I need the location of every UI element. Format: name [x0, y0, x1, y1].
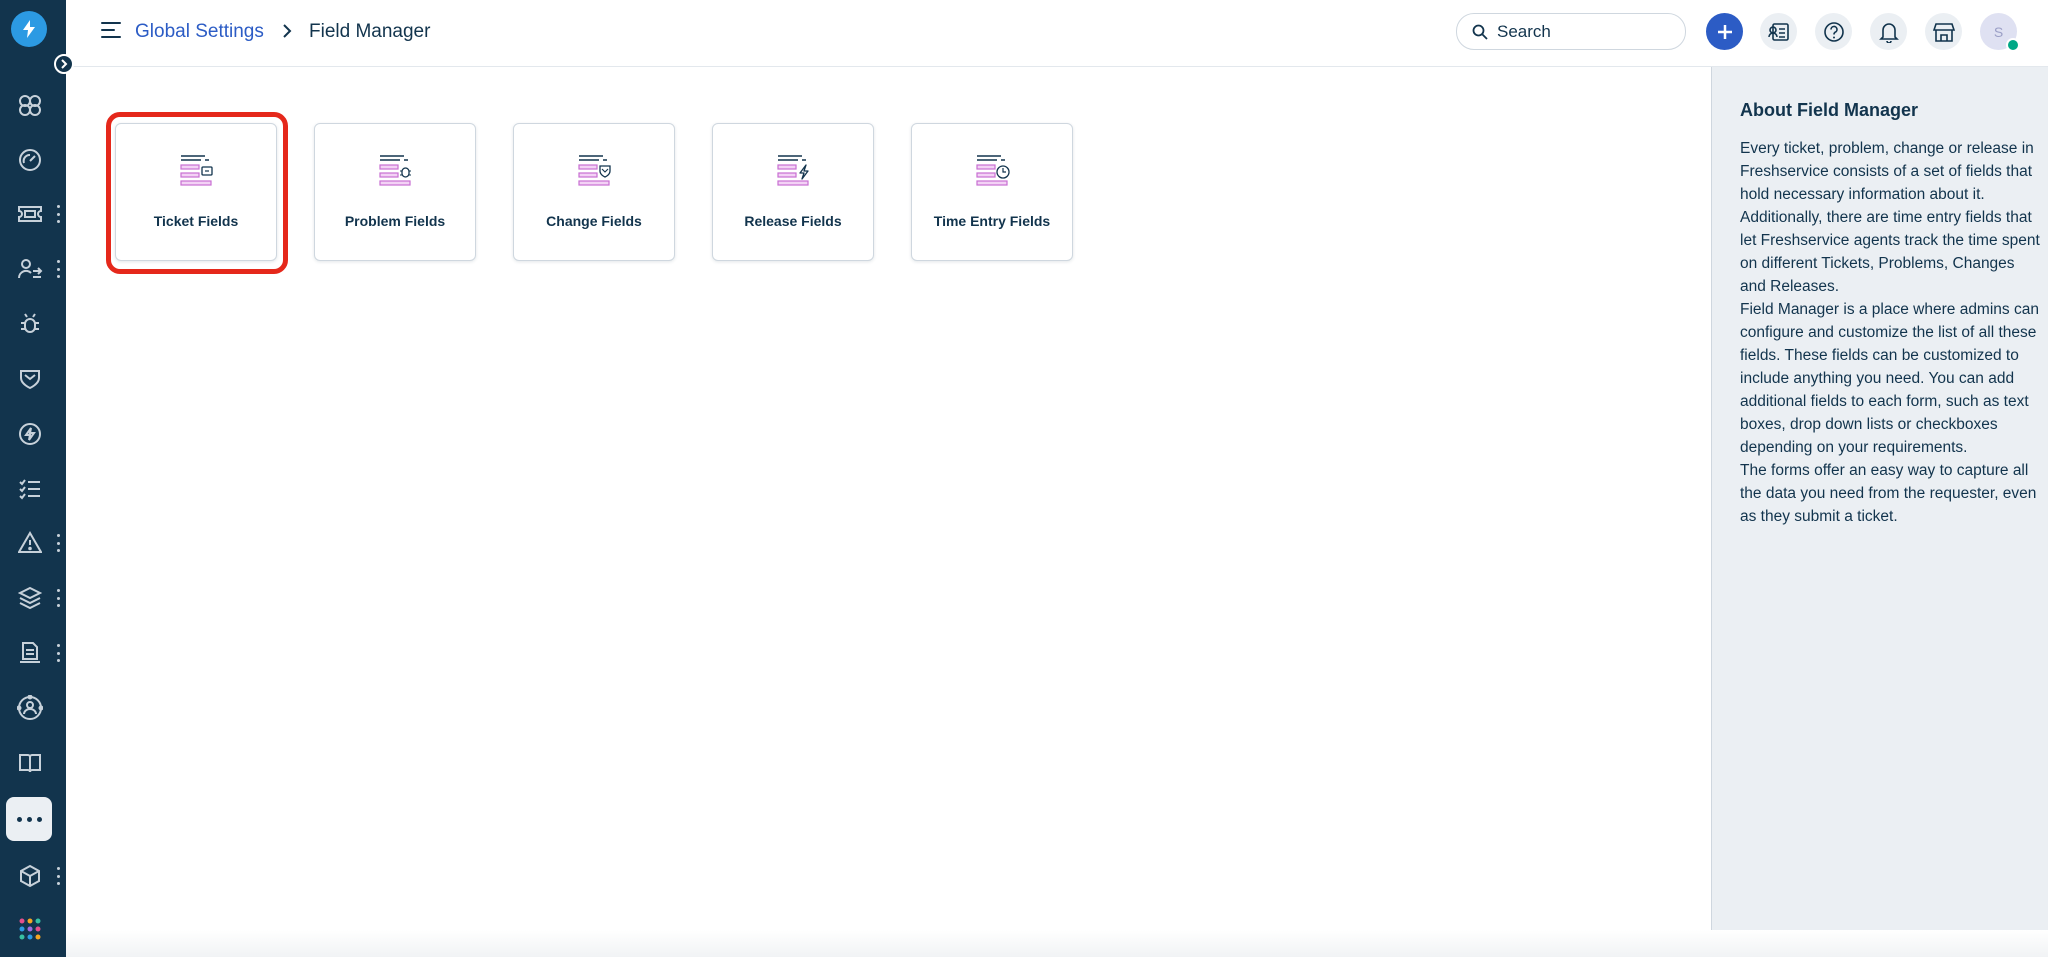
sidebar-item-network[interactable] — [0, 686, 66, 730]
gauge-icon — [14, 148, 46, 172]
change-fields-icon — [578, 155, 611, 186]
bottom-fade — [66, 930, 2048, 957]
problem-fields-card[interactable]: Problem Fields — [314, 123, 476, 261]
about-paragraph: The forms offer an easy way to capture a… — [1740, 462, 2037, 525]
card-label: Time Entry Fields — [933, 213, 1051, 229]
main-content: Ticket Fields Problem Fields Change Fiel… — [66, 67, 1711, 957]
expand-sidebar-button[interactable] — [54, 54, 74, 74]
online-status-indicator — [2006, 38, 2020, 52]
sidebar-item-documents[interactable] — [0, 631, 66, 675]
time-entry-fields-icon — [976, 155, 1010, 186]
about-panel: About Field Manager Every ticket, proble… — [1711, 67, 2048, 957]
sidebar-item-users[interactable] — [0, 247, 66, 291]
sidebar-more-icon[interactable] — [55, 644, 61, 662]
sidebar-item-alerts[interactable] — [0, 521, 66, 565]
chevron-right-icon — [61, 59, 68, 69]
about-title: About Field Manager — [1740, 100, 1919, 120]
apps-icon — [14, 917, 46, 941]
user-sync-icon — [14, 257, 46, 281]
contacts-button[interactable] — [1760, 13, 1797, 50]
breadcrumb-global-settings[interactable]: Global Settings — [135, 21, 264, 43]
chevron-right-icon — [283, 24, 292, 38]
layers-icon — [14, 586, 46, 610]
book-icon — [14, 751, 46, 775]
sidebar-more-icon[interactable] — [55, 534, 61, 552]
sidebar-item-tasks[interactable] — [0, 467, 66, 511]
help-button[interactable] — [1815, 13, 1852, 50]
search-placeholder: Search — [1497, 21, 1551, 41]
bug-icon — [14, 312, 46, 336]
plus-icon — [1717, 24, 1732, 39]
alert-icon — [14, 531, 46, 555]
top-header: Global Settings Field Manager Search S — [66, 0, 2048, 67]
sidebar-item-gauge[interactable] — [0, 138, 66, 182]
marketplace-button[interactable] — [1925, 13, 1962, 50]
more-icon — [16, 816, 22, 822]
help-icon — [1823, 21, 1844, 42]
card-label: Problem Fields — [344, 213, 446, 229]
sidebar-more-icon[interactable] — [55, 867, 61, 885]
time-entry-fields-card[interactable]: Time Entry Fields — [911, 123, 1073, 261]
dashboard-icon — [14, 93, 46, 117]
about-paragraph: Field Manager is a place where admins ca… — [1740, 301, 2039, 456]
search-icon — [1472, 24, 1488, 40]
release-fields-card[interactable]: Release Fields — [712, 123, 874, 261]
bell-icon — [1878, 22, 1899, 43]
problem-fields-icon — [379, 155, 411, 186]
search-input[interactable]: Search — [1456, 13, 1686, 50]
cube-icon — [14, 864, 46, 888]
sidebar-item-more[interactable] — [6, 797, 52, 841]
sidebar-item-releases[interactable] — [0, 412, 66, 456]
store-icon — [1932, 22, 1955, 42]
sidebar — [0, 0, 66, 957]
sidebar-item-apps[interactable] — [0, 907, 66, 951]
sidebar-more-icon[interactable] — [55, 589, 61, 607]
page-title: Field Manager — [309, 21, 431, 42]
document-icon — [14, 641, 46, 665]
ticket-icon — [14, 202, 46, 226]
menu-toggle-icon[interactable] — [101, 22, 121, 38]
sidebar-more-icon[interactable] — [55, 260, 61, 278]
user-avatar[interactable]: S — [1980, 13, 2020, 52]
avatar-initial: S — [1993, 23, 2004, 40]
about-paragraph: Every ticket, problem, change or release… — [1740, 140, 2040, 295]
card-label: Release Fields — [744, 213, 842, 229]
release-fields-icon — [777, 155, 809, 186]
sidebar-item-tickets[interactable] — [0, 192, 66, 236]
network-icon — [14, 695, 46, 720]
bolt-icon — [14, 422, 46, 446]
shield-icon — [14, 367, 46, 391]
change-fields-card[interactable]: Change Fields — [513, 123, 675, 261]
selection-highlight — [106, 112, 288, 274]
contact-card-icon — [1767, 22, 1789, 41]
sidebar-item-assets[interactable] — [0, 576, 66, 620]
about-description: Every ticket, problem, change or release… — [1740, 137, 2040, 528]
sidebar-item-dashboard[interactable] — [0, 83, 66, 127]
add-new-button[interactable] — [1706, 13, 1743, 50]
sidebar-item-knowledge-base[interactable] — [0, 741, 66, 785]
sidebar-item-changes[interactable] — [0, 357, 66, 401]
checklist-icon — [14, 477, 46, 501]
sidebar-more-icon[interactable] — [55, 205, 61, 223]
card-label: Change Fields — [546, 213, 642, 229]
sidebar-item-products[interactable] — [0, 854, 66, 898]
sidebar-item-problems[interactable] — [0, 302, 66, 346]
lightning-icon — [23, 20, 35, 38]
notifications-button[interactable] — [1870, 13, 1907, 50]
freshservice-logo[interactable] — [11, 11, 47, 47]
